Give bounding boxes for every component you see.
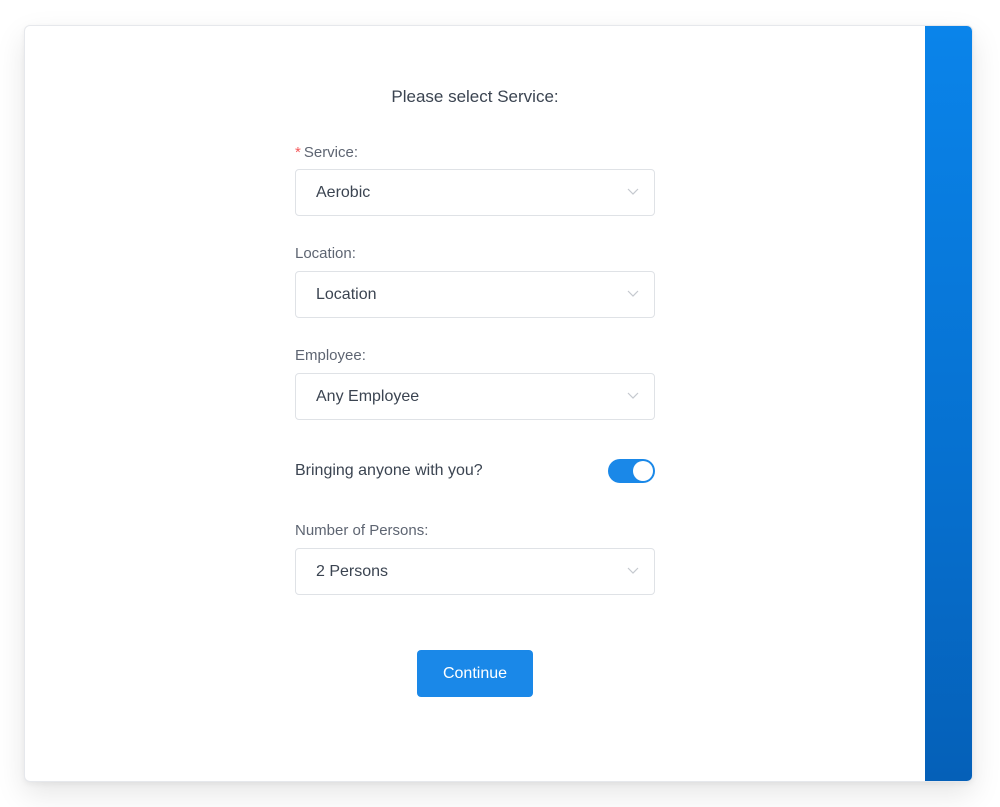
bringing-anyone-toggle[interactable] xyxy=(608,459,655,483)
chevron-down-icon xyxy=(627,290,639,297)
service-select[interactable]: Aerobic xyxy=(295,169,655,216)
chevron-down-icon xyxy=(627,392,639,399)
persons-select[interactable]: 2 Persons xyxy=(295,548,655,595)
location-select[interactable]: Location xyxy=(295,271,655,318)
continue-button[interactable]: Continue xyxy=(417,650,533,697)
bringing-anyone-label: Bringing anyone with you? xyxy=(295,462,483,479)
chevron-down-icon xyxy=(627,188,639,195)
service-value: Aerobic xyxy=(316,184,371,201)
persons-value: 2 Persons xyxy=(316,563,389,580)
chevron-down-icon xyxy=(627,567,639,574)
employee-label: Employee: xyxy=(295,347,366,364)
side-panel xyxy=(925,26,972,781)
service-label: * Service: xyxy=(295,144,359,161)
booking-card: Please select Service: * Service: Aerobic… xyxy=(24,25,973,782)
toggle-knob xyxy=(633,461,653,481)
persons-label: Number of Persons: xyxy=(295,522,429,539)
location-label: Location: xyxy=(295,245,356,262)
location-value: Location xyxy=(316,286,377,303)
required-marker: * xyxy=(295,144,301,161)
form-title: Please select Service: xyxy=(391,87,559,106)
employee-value: Any Employee xyxy=(316,388,420,405)
employee-select[interactable]: Any Employee xyxy=(295,373,655,420)
